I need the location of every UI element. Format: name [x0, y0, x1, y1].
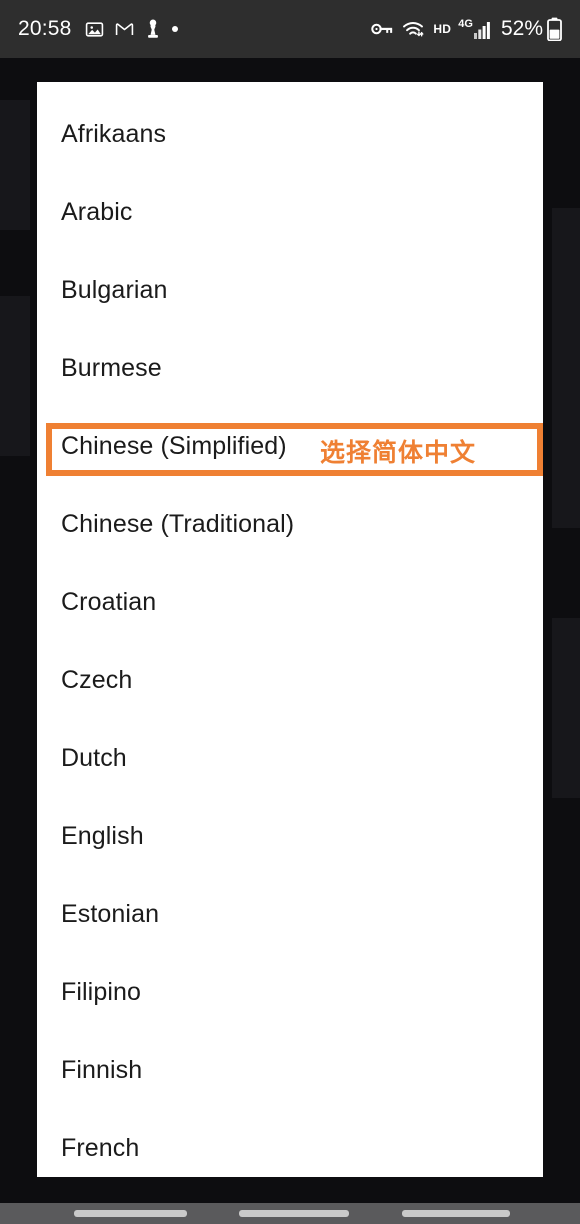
vpn-key-icon: [371, 21, 393, 37]
gmail-icon: [115, 20, 134, 39]
language-list-item[interactable]: Bulgarian: [37, 251, 543, 329]
language-list-item[interactable]: Chinese (Traditional): [37, 485, 543, 563]
language-label: Chinese (Simplified): [61, 431, 287, 460]
background-content-ghost: [0, 100, 30, 230]
language-label: Burmese: [61, 353, 162, 382]
background-content-ghost: [552, 208, 580, 528]
language-list-item[interactable]: Estonian: [37, 875, 543, 953]
background-content-ghost: [552, 618, 580, 798]
annotation-label: 选择简体中文: [320, 438, 477, 467]
language-label: Finnish: [61, 1055, 143, 1084]
status-bar: 20:58 HD 4G 52%: [0, 0, 580, 58]
battery-percent-label: 52%: [500, 17, 543, 40]
language-label: Dutch: [61, 743, 127, 772]
language-list-item[interactable]: Finnish: [37, 1031, 543, 1109]
navigation-bar: [0, 1203, 580, 1224]
network-type-label: 4G: [458, 18, 473, 30]
background-content-ghost: [0, 296, 30, 456]
nav-recents-hint[interactable]: [402, 1210, 510, 1217]
status-bar-left-group: 20:58: [18, 17, 189, 41]
language-list-item[interactable]: French: [37, 1109, 543, 1177]
language-list[interactable]: Afrikaans Arabic Bulgarian Burmese Chinese (…: [37, 82, 543, 1177]
phone-screen: 20:58 HD 4G 52% Afrikaans Arabic Bulgari…: [0, 0, 580, 1224]
language-list-item[interactable]: Czech: [37, 641, 543, 719]
wifi-icon: [402, 20, 424, 38]
cellular-signal-icon: 4G: [458, 19, 491, 39]
language-label: Estonian: [61, 899, 160, 928]
language-label: Filipino: [61, 977, 141, 1006]
nav-home-hint[interactable]: [239, 1210, 349, 1217]
chess-pawn-icon: [145, 19, 161, 39]
language-label: Croatian: [61, 587, 157, 616]
battery-icon: [547, 17, 562, 41]
language-label: Afrikaans: [61, 119, 167, 148]
hd-indicator: HD: [433, 22, 452, 36]
language-list-item[interactable]: English: [37, 797, 543, 875]
status-bar-right-group: HD 4G 52%: [371, 17, 562, 41]
status-bar-clock: 20:58: [18, 17, 72, 40]
notification-dot-icon: [171, 26, 178, 32]
nav-back-hint[interactable]: [74, 1210, 187, 1217]
language-list-item[interactable]: Dutch: [37, 719, 543, 797]
language-label: Bulgarian: [61, 275, 168, 304]
language-label: English: [61, 821, 144, 850]
language-list-item[interactable]: Afrikaans: [37, 95, 543, 173]
language-label: Chinese (Traditional): [61, 509, 295, 538]
language-list-item[interactable]: Arabic: [37, 173, 543, 251]
language-label: Arabic: [61, 197, 133, 226]
language-label: Czech: [61, 665, 133, 694]
language-list-item[interactable]: Filipino: [37, 953, 543, 1031]
language-selection-dialog[interactable]: Afrikaans Arabic Bulgarian Burmese Chinese (…: [37, 82, 543, 1177]
language-label: French: [61, 1133, 140, 1162]
language-list-item[interactable]: Burmese: [37, 329, 543, 407]
photos-icon: [85, 20, 104, 39]
language-list-item[interactable]: Croatian: [37, 563, 543, 641]
